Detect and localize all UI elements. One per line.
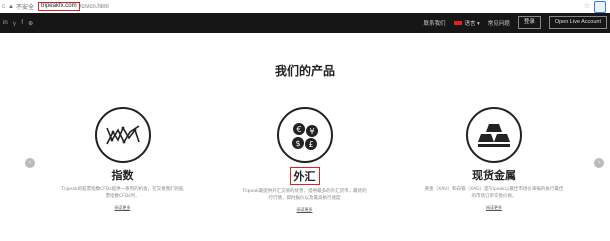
- product-card-forex: € ¥ $ £ 外汇 Tripeak最提供外汇交易的优势，提供最多的外汇货币，最…: [242, 107, 367, 213]
- top-navigation: in 𝕪 f ⊕ 联系我们 语言 ▾ 常见问题 登录 Open Live Acc…: [0, 13, 610, 33]
- carousel-prev-button[interactable]: ‹: [25, 158, 35, 168]
- facebook-icon[interactable]: f: [21, 20, 23, 27]
- product-card-metals: 现货金属 黄金（XAU）和白银（XAG）是Tripeak以最佳市场价来报的执行最…: [424, 107, 564, 211]
- reload-icon[interactable]: c: [2, 4, 5, 10]
- language-selector[interactable]: 语言 ▾: [453, 19, 480, 27]
- faq-link[interactable]: 常见问题: [488, 19, 510, 27]
- svg-text:¥: ¥: [309, 127, 314, 136]
- read-more-link[interactable]: 阅读更多: [424, 205, 564, 211]
- bookmark-star-icon[interactable]: ☆: [584, 2, 590, 10]
- twitter-icon[interactable]: 𝕪: [13, 20, 17, 27]
- insecure-label: 不安全: [15, 5, 34, 11]
- read-more-link[interactable]: 阅读更多: [242, 207, 367, 213]
- product-description: 黄金（XAU）和白银（XAG）是Tripeak以最佳市场价来报的执行最佳的市场订…: [424, 187, 564, 199]
- linkedin-icon[interactable]: in: [3, 20, 8, 27]
- social-links: in 𝕪 f ⊕: [3, 20, 33, 27]
- product-title: 外汇: [289, 167, 320, 185]
- product-description: Tripeak最提供外汇交易的优势，提供最多的外汇货币，最优的行行情，即时报价以…: [242, 189, 367, 201]
- carousel-next-button[interactable]: ›: [594, 158, 604, 168]
- extension-icon[interactable]: [594, 1, 606, 13]
- topbar-right: 联系我们 语言 ▾ 常见问题 登录 Open Live Account: [423, 16, 607, 29]
- svg-text:€: €: [296, 125, 301, 134]
- svg-text:$: $: [295, 139, 300, 148]
- url-host[interactable]: tripeakfx.com: [37, 2, 80, 11]
- currency-coins-icon: € ¥ $ £: [276, 107, 333, 163]
- warning-icon: ▲: [8, 3, 14, 10]
- product-description: Tripeak的股票指数CFDs提供一系列的机会，在交易我们的股票指数CFDs时…: [61, 187, 184, 199]
- product-title: 现货金属: [472, 169, 516, 182]
- read-more-link[interactable]: 阅读更多: [60, 205, 185, 211]
- open-account-button[interactable]: Open Live Account: [548, 16, 607, 29]
- url-path[interactable]: /cn/cn.html: [80, 4, 109, 10]
- flag-icon: [453, 20, 462, 25]
- language-label: 语言 ▾: [464, 20, 480, 27]
- weibo-icon[interactable]: ⊕: [28, 20, 33, 27]
- login-button[interactable]: 登录: [517, 16, 541, 29]
- section-title: 我们的产品: [274, 64, 335, 78]
- product-card-index: 指数 Tripeak的股票指数CFDs提供一系列的机会，在交易我们的股票指数CF…: [60, 107, 185, 211]
- address-bar[interactable]: c ▲ 不安全 tripeakfx.com /cn/cn.html ☆: [0, 0, 610, 13]
- gold-bars-icon: [466, 107, 522, 163]
- contact-link[interactable]: 联系我们: [423, 19, 445, 27]
- product-title: 指数: [111, 169, 134, 182]
- svg-text:£: £: [308, 140, 313, 149]
- index-chart-icon: [94, 107, 151, 163]
